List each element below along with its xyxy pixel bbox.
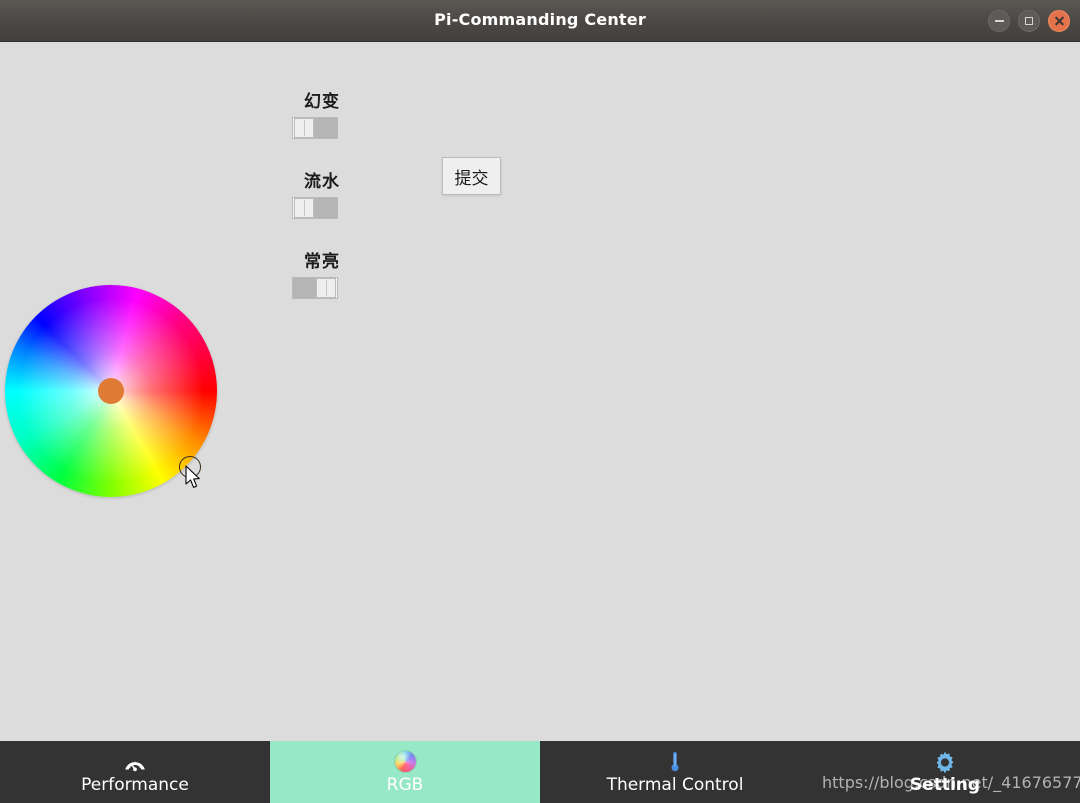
toggle-row-flow: 流水 <box>292 167 412 219</box>
window-title: Pi-Commanding Center <box>434 10 646 29</box>
toggle-track-flow <box>313 198 337 218</box>
toggle-track-steady <box>293 278 317 298</box>
toggle-knob-flow[interactable] <box>294 198 314 218</box>
title-bar: Pi-Commanding Center <box>0 0 1080 42</box>
nav-label-rgb: RGB <box>386 774 424 795</box>
close-button[interactable] <box>1048 10 1070 32</box>
minimize-button[interactable] <box>988 10 1010 32</box>
toggle-switch-flow[interactable] <box>292 197 338 219</box>
submit-button[interactable]: 提交 <box>442 157 501 195</box>
nav-item-performance[interactable]: Performance <box>0 741 270 803</box>
bottom-navigation-bar: Performance RGB Thermal Control Setting <box>0 741 1080 803</box>
nav-item-thermal-control[interactable]: Thermal Control <box>540 741 810 803</box>
color-wheel-icon <box>394 750 416 774</box>
toggle-row-gradient: 幻变 <box>292 87 412 139</box>
toggle-knob-gradient[interactable] <box>294 118 314 138</box>
gear-icon <box>933 750 957 774</box>
maximize-button[interactable] <box>1018 10 1040 32</box>
selected-color-swatch <box>98 378 124 404</box>
minimize-icon <box>989 11 1009 31</box>
maximize-icon <box>1019 11 1039 31</box>
toggle-label-flow: 流水 <box>304 172 340 192</box>
nav-label-setting: Setting <box>909 774 981 795</box>
nav-item-setting[interactable]: Setting <box>810 741 1080 803</box>
thermometer-icon <box>667 750 683 774</box>
nav-label-thermal-control: Thermal Control <box>606 774 744 795</box>
close-icon <box>1049 11 1069 31</box>
lighting-mode-group: 幻变 流水 常亮 <box>292 87 412 327</box>
application-window: Pi-Commanding Center 幻变 流水 常亮 提交 Perform… <box>0 0 1080 803</box>
nav-label-performance: Performance <box>81 774 189 795</box>
toggle-label-gradient: 幻变 <box>304 92 340 112</box>
toggle-row-steady: 常亮 <box>292 247 412 299</box>
speedometer-icon <box>123 750 147 774</box>
toggle-knob-steady[interactable] <box>316 278 336 298</box>
color-picker[interactable] <box>5 285 217 497</box>
main-content: 幻变 流水 常亮 提交 <box>0 42 1080 741</box>
toggle-label-steady: 常亮 <box>304 252 340 272</box>
toggle-track-gradient <box>313 118 337 138</box>
toggle-switch-steady[interactable] <box>292 277 338 299</box>
toggle-switch-gradient[interactable] <box>292 117 338 139</box>
nav-item-rgb[interactable]: RGB <box>270 741 540 803</box>
color-selector-handle[interactable] <box>179 456 201 478</box>
